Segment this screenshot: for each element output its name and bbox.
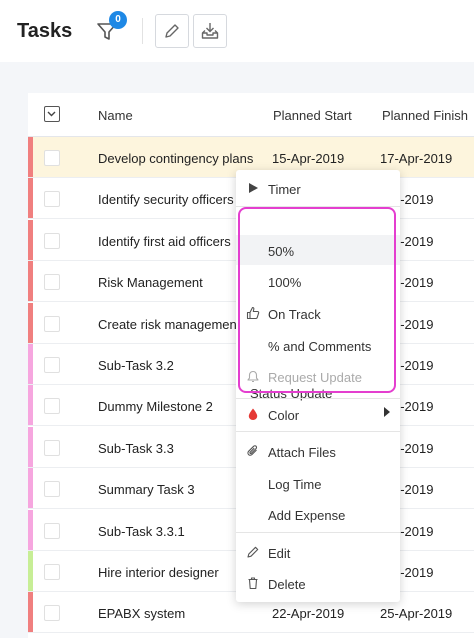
row-color-stripe bbox=[28, 137, 33, 177]
status-update-highlight bbox=[238, 207, 396, 393]
download-tray-icon bbox=[201, 23, 219, 39]
menu-item-label: Log Time bbox=[268, 477, 322, 492]
planned-start-cell[interactable]: 22-Apr-2019 bbox=[272, 606, 372, 621]
row-checkbox[interactable] bbox=[44, 232, 60, 249]
menu-item-label: Attach Files bbox=[268, 445, 336, 460]
menu-divider bbox=[236, 431, 400, 432]
row-checkbox[interactable] bbox=[44, 439, 60, 456]
toolbar-divider bbox=[142, 18, 143, 44]
color-drop-icon bbox=[248, 408, 258, 420]
menu-item-color[interactable]: Color bbox=[236, 399, 400, 429]
row-color-stripe bbox=[28, 219, 33, 260]
menu-item-attach-files[interactable]: Attach Files bbox=[236, 436, 400, 466]
pencil-icon bbox=[165, 24, 179, 38]
menu-item-label: Add Expense bbox=[268, 508, 346, 523]
menu-item-label: Timer bbox=[268, 182, 301, 197]
menu-item-edit[interactable]: Edit bbox=[236, 537, 400, 567]
menu-item-timer[interactable]: Timer bbox=[236, 173, 400, 203]
task-name-cell[interactable]: EPABX system bbox=[98, 606, 266, 621]
export-button[interactable] bbox=[193, 14, 227, 48]
planned-finish-cell[interactable]: 17-Apr-2019 bbox=[380, 151, 474, 166]
row-color-stripe bbox=[28, 261, 33, 302]
filter-count-badge: 0 bbox=[109, 11, 127, 29]
menu-divider bbox=[236, 532, 400, 533]
top-toolbar: Tasks 0 bbox=[0, 0, 474, 62]
row-color-stripe bbox=[28, 178, 33, 219]
planned-finish-cell[interactable]: 25-Apr-2019 bbox=[380, 606, 474, 621]
row-color-stripe bbox=[28, 509, 33, 550]
menu-item-add-expense[interactable]: Add Expense bbox=[236, 499, 400, 529]
row-checkbox[interactable] bbox=[44, 357, 60, 373]
row-checkbox[interactable] bbox=[44, 150, 60, 166]
row-checkbox[interactable] bbox=[44, 191, 60, 208]
planned-start-cell[interactable]: 15-Apr-2019 bbox=[272, 151, 372, 166]
menu-item-delete[interactable]: Delete bbox=[236, 568, 400, 598]
row-color-stripe bbox=[28, 592, 33, 633]
play-icon bbox=[249, 183, 258, 193]
row-checkbox[interactable] bbox=[44, 274, 60, 291]
row-color-stripe bbox=[28, 468, 33, 509]
row-color-stripe bbox=[28, 344, 33, 384]
menu-item-log-time[interactable]: Log Time bbox=[236, 468, 400, 498]
page-title: Tasks bbox=[17, 20, 73, 42]
paperclip-icon bbox=[247, 445, 258, 456]
submenu-arrow-icon bbox=[384, 407, 390, 417]
task-name-cell[interactable]: Develop contingency plans bbox=[98, 151, 266, 166]
row-checkbox[interactable] bbox=[44, 522, 60, 539]
chevron-down-icon bbox=[47, 111, 56, 117]
menu-item-label: Delete bbox=[268, 577, 306, 592]
trash-icon bbox=[248, 577, 258, 590]
row-color-stripe bbox=[28, 385, 33, 426]
row-checkbox[interactable] bbox=[44, 605, 60, 622]
column-header-planned-finish[interactable]: Planned Finish bbox=[382, 108, 468, 123]
row-checkbox[interactable] bbox=[44, 481, 60, 498]
row-checkbox[interactable] bbox=[44, 398, 60, 415]
pencil-icon bbox=[247, 546, 259, 558]
menu-item-label: Edit bbox=[268, 546, 291, 561]
column-header-planned-start[interactable]: Planned Start bbox=[273, 108, 352, 123]
row-checkbox[interactable] bbox=[44, 315, 60, 332]
select-all-checkbox[interactable] bbox=[44, 106, 60, 122]
row-color-stripe bbox=[28, 426, 33, 467]
row-checkbox[interactable] bbox=[44, 564, 60, 580]
column-header-name[interactable]: Name bbox=[98, 108, 133, 123]
row-color-stripe bbox=[28, 302, 33, 343]
menu-item-label: Color bbox=[268, 408, 300, 423]
row-color-stripe bbox=[28, 551, 33, 591]
grid-header: Name Planned Start Planned Finish bbox=[28, 93, 474, 137]
edit-button[interactable] bbox=[155, 14, 189, 48]
